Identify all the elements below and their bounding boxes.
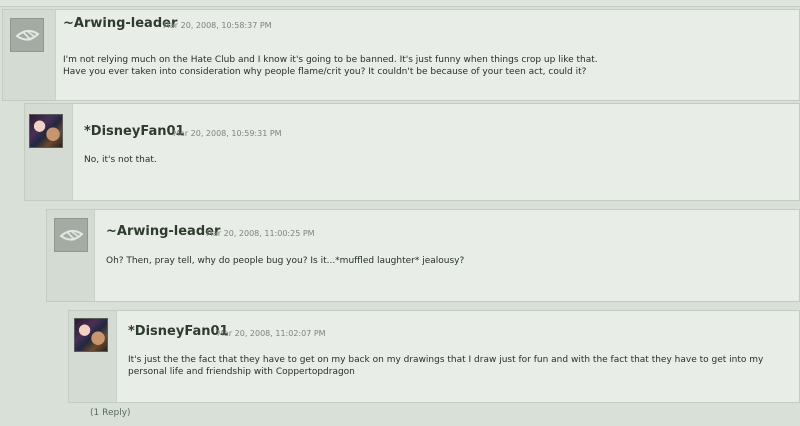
- comment-text-line: personal life and friendship with Copper…: [128, 367, 355, 377]
- avatar-column: [69, 311, 117, 402]
- comment-timestamp[interactable]: Mar 20, 2008, 11:00:25 PM: [206, 229, 315, 238]
- comment-text-line: Have you ever taken into consideration w…: [63, 67, 587, 77]
- avatar-column: [47, 210, 95, 301]
- comment-body: No, it's not that.: [84, 154, 157, 166]
- avatar-column: [25, 104, 73, 200]
- user-photo-avatar-icon[interactable]: [29, 114, 63, 148]
- thread-top-border: [0, 0, 800, 7]
- comment-2: *DisneyFan01 Mar 20, 2008, 10:59:31 PM N…: [24, 103, 800, 201]
- comment-author-link[interactable]: ~Arwing-leader: [106, 224, 220, 239]
- comment-text-line: I'm not relying much on the Hate Club an…: [63, 55, 598, 65]
- comment-body: It's just the the fact that they have to…: [128, 354, 763, 378]
- user-photo-avatar-icon[interactable]: [74, 318, 108, 352]
- deviantart-default-avatar-icon[interactable]: [54, 218, 88, 252]
- comment-4: *DisneyFan01 Mar 20, 2008, 11:02:07 PM I…: [68, 310, 800, 403]
- replies-link[interactable]: (1 Reply): [90, 408, 131, 418]
- comment-text-line: No, it's not that.: [84, 155, 157, 165]
- comment-author-link[interactable]: *DisneyFan01: [84, 124, 185, 139]
- comment-author-link[interactable]: *DisneyFan01: [128, 324, 229, 339]
- comment-author-link[interactable]: ~Arwing-leader: [63, 16, 177, 31]
- comment-timestamp[interactable]: Mar 20, 2008, 10:58:37 PM: [163, 21, 272, 30]
- comment-body: Oh? Then, pray tell, why do people bug y…: [106, 255, 464, 267]
- comment-body: I'm not relying much on the Hate Club an…: [63, 54, 598, 78]
- comment-text-line: Oh? Then, pray tell, why do people bug y…: [106, 256, 465, 266]
- deviantart-default-avatar-icon[interactable]: [10, 18, 44, 52]
- avatar-column: [3, 10, 56, 100]
- comment-text-line: It's just the the fact that they have to…: [128, 355, 764, 365]
- comment-3: ~Arwing-leader Mar 20, 2008, 11:00:25 PM…: [46, 209, 800, 302]
- comment-1: ~Arwing-leader Mar 20, 2008, 10:58:37 PM…: [2, 9, 800, 101]
- comment-timestamp[interactable]: Mar 20, 2008, 11:02:07 PM: [217, 329, 326, 338]
- comment-timestamp[interactable]: Mar 20, 2008, 10:59:31 PM: [173, 129, 282, 138]
